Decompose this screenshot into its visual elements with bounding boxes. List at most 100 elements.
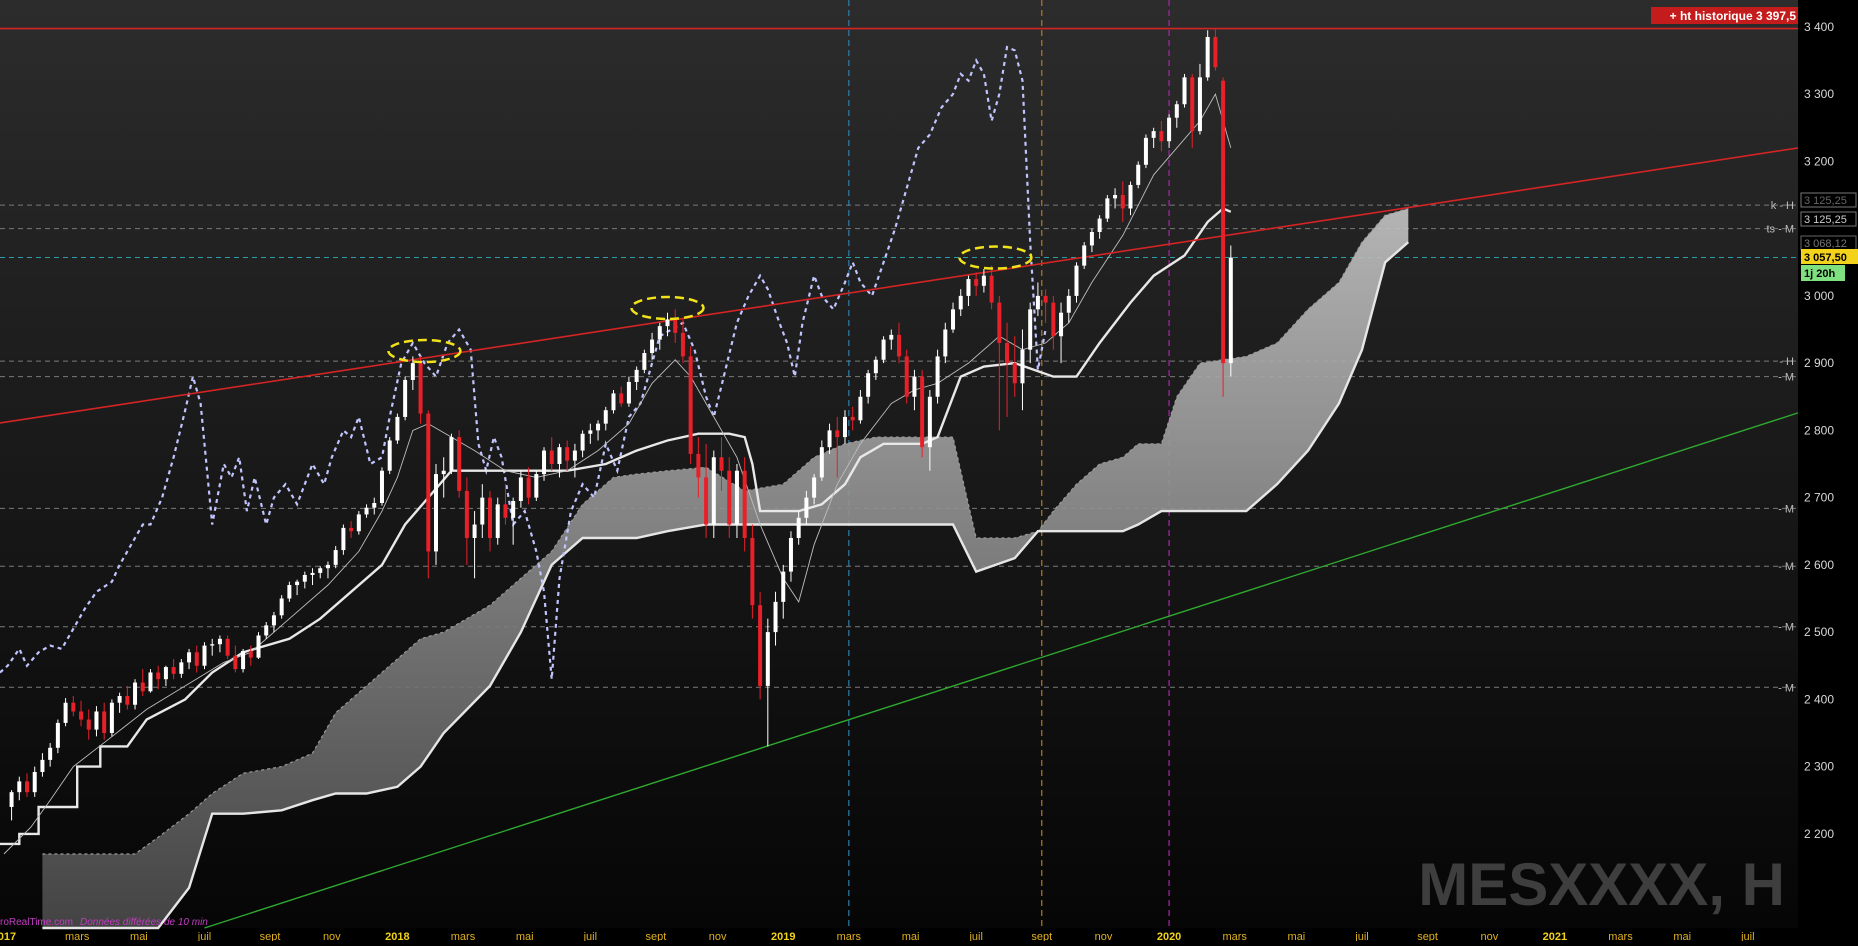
candle-down [418, 363, 423, 414]
candle-up [812, 477, 817, 498]
x-tick-label: nov [1095, 931, 1113, 941]
candle-down [102, 711, 107, 733]
candle-up [626, 381, 631, 404]
k-h-price: 3 125,25 [1804, 195, 1847, 207]
candle-up [109, 702, 114, 733]
candle-down [79, 711, 84, 720]
candle-up [611, 393, 616, 411]
candle-up [241, 650, 246, 670]
candle-up [788, 537, 793, 572]
candle-down [86, 719, 91, 730]
candle-up [1197, 77, 1202, 132]
candle-up [387, 440, 392, 471]
candle-up [542, 450, 547, 475]
y-tick-label: 2 200 [1804, 827, 1834, 841]
candle-up [480, 497, 485, 525]
candle-down [750, 537, 755, 606]
candle-down [673, 319, 678, 333]
candle-down [904, 356, 909, 397]
candle-up [1136, 164, 1141, 185]
x-tick-label: mars [1608, 931, 1633, 941]
x-tick-label: juil [197, 931, 211, 941]
y-tick-label: 2 400 [1804, 692, 1834, 706]
candle-down [1221, 80, 1226, 364]
candle-up [295, 581, 300, 586]
x-tick-label: mai [1288, 931, 1306, 941]
candle-down [225, 638, 230, 656]
footer-source: roRealTime.com [0, 917, 73, 928]
x-tick-label: 2018 [385, 931, 409, 941]
candle-up [819, 447, 824, 478]
candle-up [1066, 295, 1071, 313]
x-tick-label: sept [646, 931, 667, 941]
level-label: ts - M [1767, 224, 1795, 236]
x-tick-label: mai [516, 931, 534, 941]
candle-up [773, 601, 778, 633]
level-label: - H [1779, 356, 1794, 368]
candle-up [379, 470, 384, 504]
candle-up [9, 792, 14, 807]
candle-up [588, 430, 593, 434]
candle-up [187, 652, 192, 663]
level-label: - M [1778, 503, 1794, 515]
candle-up [1082, 245, 1087, 266]
candle-down [704, 477, 709, 525]
candle-up [1143, 137, 1148, 165]
y-tick-label: 3 300 [1804, 87, 1834, 101]
candle-up [557, 447, 562, 464]
candle-down [125, 696, 130, 705]
candle-up [958, 295, 963, 310]
level-label: - M [1778, 561, 1794, 573]
candle-down [619, 393, 624, 404]
candle-up [935, 356, 940, 397]
footer-delay-note: Données différées de 10 min [80, 917, 208, 928]
x-tick-label: juil [968, 931, 982, 941]
candle-up [873, 359, 878, 374]
candle-up [63, 702, 68, 723]
candle-up [449, 437, 454, 471]
candle-up [372, 503, 377, 508]
candle-up [711, 457, 716, 525]
ts-m-price: 3 125,25 [1804, 214, 1847, 226]
candle-down [680, 332, 685, 357]
level-label: - M [1778, 622, 1794, 634]
candle-up [858, 396, 863, 421]
x-tick-label: nov [1480, 931, 1498, 941]
x-tick-label: mars [837, 931, 862, 941]
candle-up [596, 423, 601, 431]
candle-up [410, 363, 415, 380]
candle-down [920, 376, 925, 448]
x-tick-label: mai [902, 931, 920, 941]
candle-up [603, 410, 608, 424]
candle-up [927, 396, 932, 448]
candle-up [333, 550, 338, 565]
y-tick-label: 2 600 [1804, 558, 1834, 572]
candle-up [634, 369, 639, 382]
candle-down [1043, 295, 1048, 303]
x-tick-label: 2019 [771, 931, 795, 941]
x-tick-label: sept [1417, 931, 1438, 941]
y-tick-label: 2 900 [1804, 356, 1834, 370]
candle-down [1190, 77, 1195, 132]
candle-up [217, 638, 222, 645]
candle-up [1089, 232, 1094, 246]
candle-down [1005, 342, 1010, 364]
y-tick-label: 2 500 [1804, 625, 1834, 639]
candle-up [1182, 77, 1187, 105]
level-label: k - H [1771, 200, 1794, 212]
candle-up [356, 514, 361, 532]
candle-down [719, 457, 724, 471]
x-tick-label: mars [1222, 931, 1247, 941]
candle-up [1105, 198, 1110, 219]
candle-up [318, 568, 323, 573]
x-tick-label: mars [65, 931, 90, 941]
candle-up [1097, 218, 1102, 232]
candle-up [472, 524, 477, 538]
candle-up [40, 759, 45, 772]
candle-up [1228, 257, 1233, 364]
candle-up [842, 416, 847, 438]
candle-down [464, 490, 469, 538]
candle-down [989, 275, 994, 303]
candle-up [48, 747, 53, 760]
candle-up [889, 334, 894, 340]
